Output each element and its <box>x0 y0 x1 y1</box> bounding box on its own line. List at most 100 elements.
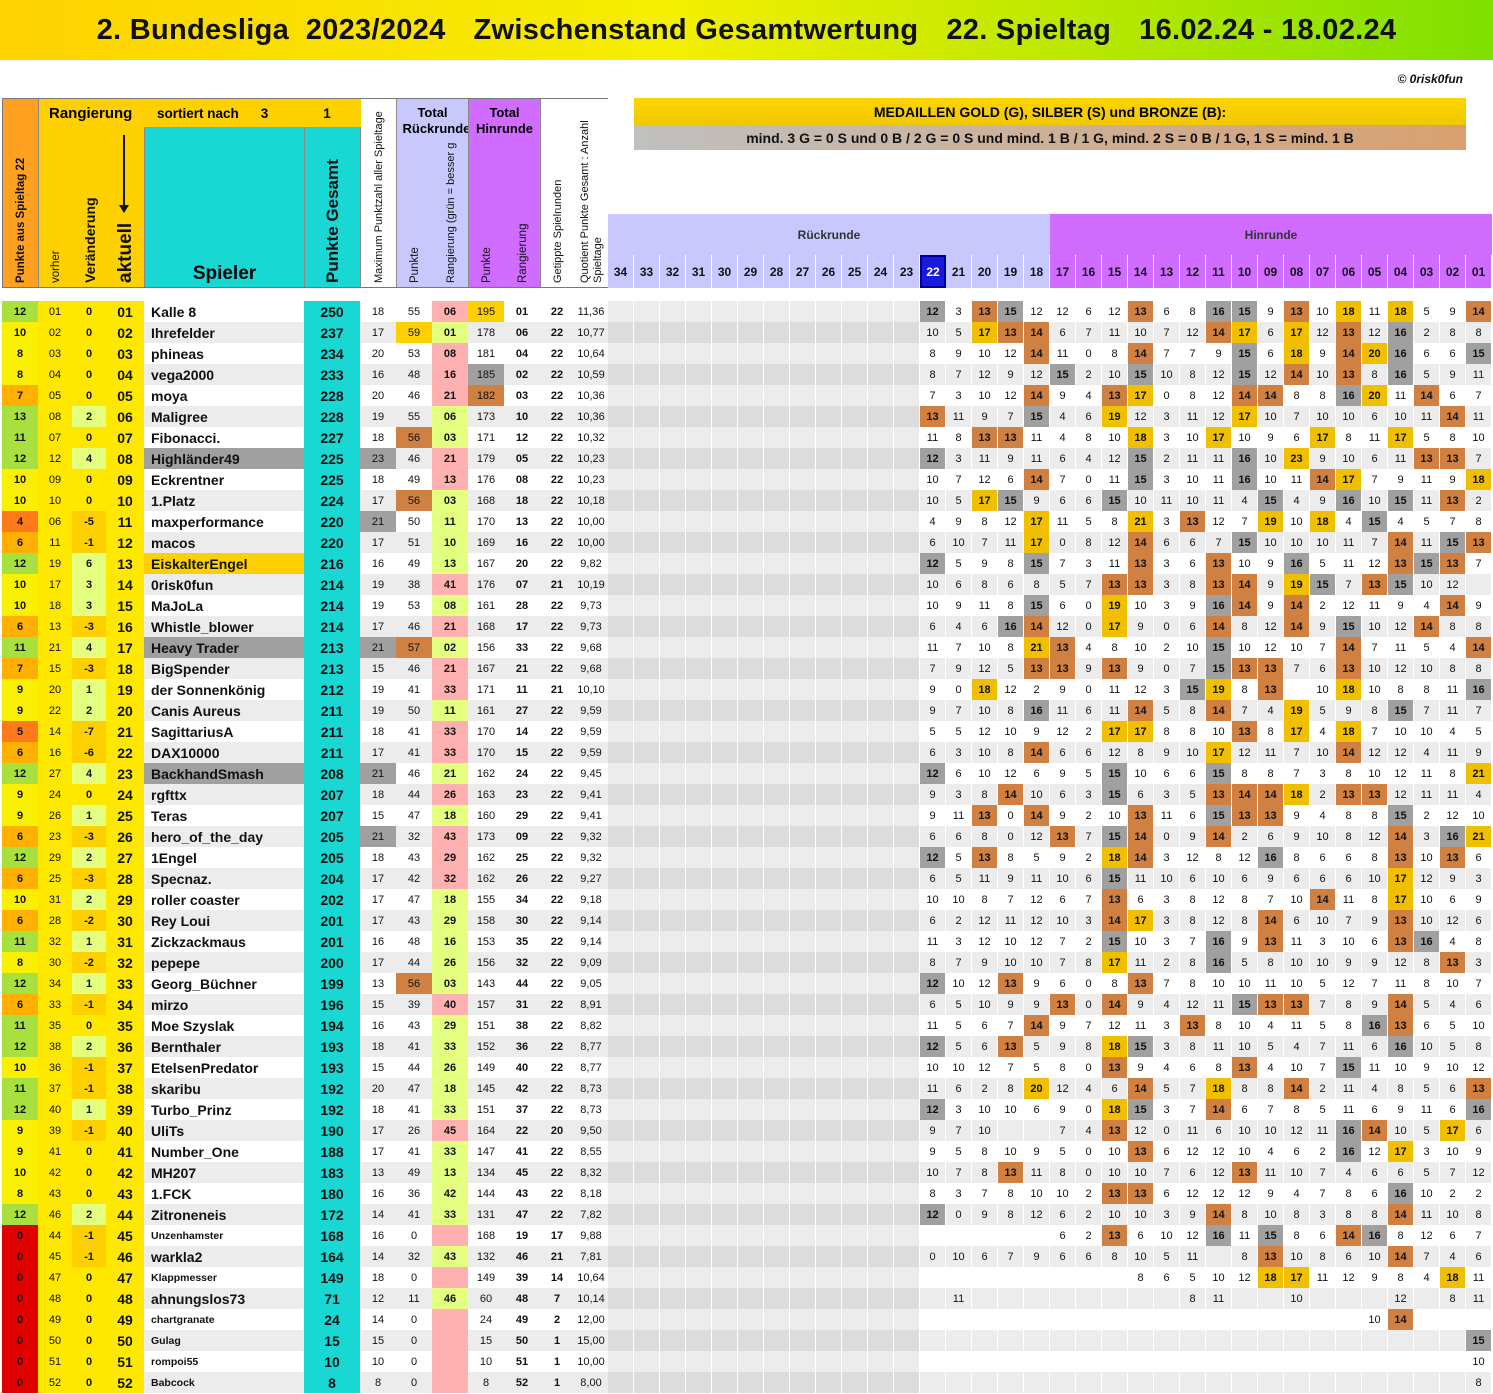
md-cell-empty <box>738 1162 764 1183</box>
md-cell-empty <box>894 952 920 973</box>
md-cell-03: 10 <box>1414 1183 1440 1204</box>
md-cell-22: 8 <box>920 952 946 973</box>
md-cell-07 <box>1310 1288 1336 1309</box>
md-cell-18: 17 <box>1024 532 1050 553</box>
md-cell-empty <box>764 826 790 847</box>
rank-current: 04 <box>106 364 144 385</box>
md-cell-12: 12 <box>1180 322 1206 343</box>
table-row: 12 40 1 39 Turbo_Prinz 192 18 41 33 151 37 22 8,73 12… <box>2 1099 1492 1120</box>
md-cell-empty <box>764 784 790 805</box>
player-name: Babcock <box>144 1372 304 1393</box>
md-cell-19: 11 <box>998 910 1024 931</box>
md-cell-04: 8 <box>1388 1225 1414 1246</box>
md-cell-empty <box>738 448 764 469</box>
md-cell-empty <box>894 868 920 889</box>
md-cell-18: 12 <box>1024 826 1050 847</box>
md-cell-18: 12 <box>1024 364 1050 385</box>
md-cell-empty <box>634 595 660 616</box>
md-cell-empty <box>868 469 894 490</box>
md-cell-15: 15 <box>1102 784 1128 805</box>
md-cell-19: 6 <box>998 574 1024 595</box>
md-cell-22: 6 <box>920 826 946 847</box>
md-cell-empty <box>790 364 816 385</box>
player-name: chartgranate <box>144 1309 304 1330</box>
md-cell-06: 11 <box>1336 553 1362 574</box>
played-rounds: 22 <box>540 301 574 322</box>
md-cell-18: 14 <box>1024 322 1050 343</box>
md-cell-09: 8 <box>1258 763 1284 784</box>
hr-rank: 43 <box>504 1183 540 1204</box>
md-cell-14: 11 <box>1128 1015 1154 1036</box>
rr-points: 48 <box>396 931 432 952</box>
md-cell-17 <box>1050 1351 1076 1372</box>
md-cell-empty <box>608 1288 634 1309</box>
md-cell-01: 15 <box>1466 1330 1492 1351</box>
rank-previous: 47 <box>38 1267 72 1288</box>
rank-change: -6 <box>72 742 106 763</box>
md-cell-12: 8 <box>1180 910 1206 931</box>
total-hinrunde-header: Total Hinrunde <box>469 99 541 143</box>
md-cell-10: 12 <box>1232 1183 1258 1204</box>
quotient: 10,36 <box>574 406 608 427</box>
md-cell-05: 14 <box>1362 1120 1388 1141</box>
md-cell-04: 11 <box>1388 637 1414 658</box>
md-cell-empty <box>738 742 764 763</box>
rr-points: 44 <box>396 784 432 805</box>
md-cell-15: 11 <box>1102 679 1128 700</box>
md-cell-10: 15 <box>1232 301 1258 322</box>
md-cell-22: 10 <box>920 595 946 616</box>
player-name: Georg_Büchner <box>144 973 304 994</box>
md-cell-07: 5 <box>1310 553 1336 574</box>
md-cell-09: 14 <box>1258 784 1284 805</box>
md-cell-empty <box>816 784 842 805</box>
md-cell-empty <box>686 763 712 784</box>
rank-change: 6 <box>72 553 106 574</box>
col-spieler: Spieler <box>145 127 305 287</box>
md-cell-19: 12 <box>998 511 1024 532</box>
md-cell-empty <box>894 1036 920 1057</box>
played-rounds: 1 <box>540 1330 574 1351</box>
md-cell-empty <box>816 1015 842 1036</box>
md-cell-02: 7 <box>1440 511 1466 532</box>
max-points: 19 <box>360 679 396 700</box>
rank-current: 17 <box>106 637 144 658</box>
md-cell-08: 4 <box>1284 1183 1310 1204</box>
played-rounds: 7 <box>540 1288 574 1309</box>
md-cell-01: 5 <box>1466 721 1492 742</box>
md-cell-05: 6 <box>1362 1099 1388 1120</box>
sortiert-header: sortiert nach 3 1 2 <box>145 99 397 127</box>
points-total: 213 <box>304 637 360 658</box>
points-total: 204 <box>304 868 360 889</box>
md-cell-20: 12 <box>972 469 998 490</box>
table-row: 12 46 2 44 Zitroneneis 172 14 41 33 131 47 22 7,82 12… <box>2 1204 1492 1225</box>
md-cell-empty <box>738 1351 764 1372</box>
md-cell-21: 9 <box>946 658 972 679</box>
max-points: 17 <box>360 868 396 889</box>
md-cell-empty <box>816 1225 842 1246</box>
played-rounds: 22 <box>540 658 574 679</box>
md-cell-empty <box>894 1015 920 1036</box>
md-cell-08: 4 <box>1284 1036 1310 1057</box>
md-cell-04: 11 <box>1388 385 1414 406</box>
hr-points: 170 <box>468 721 504 742</box>
md-cell-10: 13 <box>1232 1162 1258 1183</box>
md-cell-16: 0 <box>1076 679 1102 700</box>
md-cell-empty <box>634 1120 660 1141</box>
md-cell-06: 13 <box>1336 784 1362 805</box>
md-cell-06: 11 <box>1336 889 1362 910</box>
md-cell-empty <box>686 469 712 490</box>
md-cell-04: 10 <box>1388 721 1414 742</box>
md-cell-empty <box>634 805 660 826</box>
md-cell-14: 14 <box>1128 532 1154 553</box>
md-cell-empty <box>868 448 894 469</box>
points-total: 211 <box>304 700 360 721</box>
md-cell-16: 4 <box>1076 637 1102 658</box>
md-cell-19: 0 <box>998 805 1024 826</box>
md-cell-14: 6 <box>1128 1225 1154 1246</box>
md-cell-12: 10 <box>1180 427 1206 448</box>
md-cell-07: 14 <box>1310 889 1336 910</box>
md-cell-19: 13 <box>998 1036 1024 1057</box>
md-cell-19: 8 <box>998 700 1024 721</box>
md-cell-20: 10 <box>972 637 998 658</box>
md-cell-18: 12 <box>1024 301 1050 322</box>
